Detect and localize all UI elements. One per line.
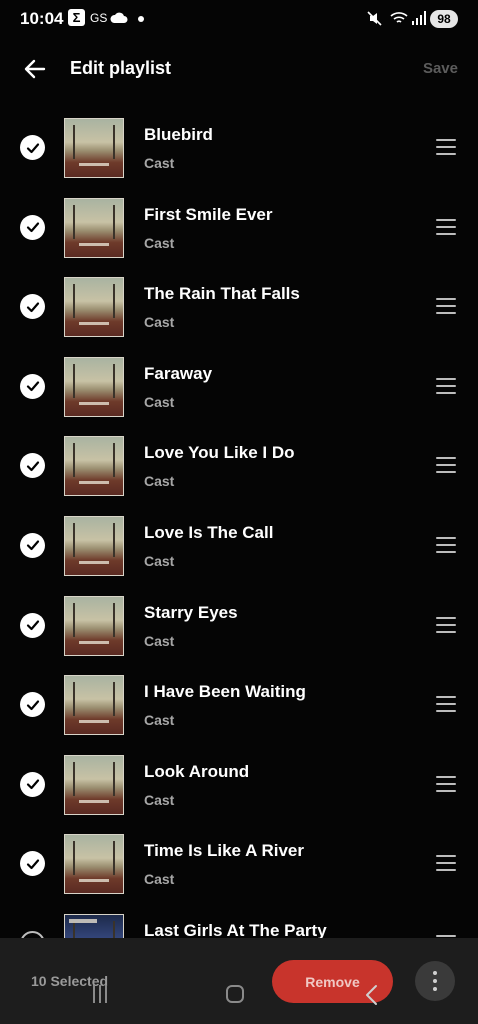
track-artist: Cast [144, 234, 175, 251]
track-title: Love You Like I Do [144, 443, 295, 463]
track-artist: Cast [144, 473, 175, 490]
selection-action-bar: 10 Selected Remove [0, 938, 478, 1024]
checked-circle-icon[interactable] [20, 453, 45, 479]
drag-handle-icon[interactable] [436, 855, 456, 873]
album-art [64, 834, 124, 895]
track-row[interactable]: Faraway Cast [0, 347, 478, 427]
more-dot-icon [433, 971, 437, 975]
notification-dot-icon [138, 16, 144, 22]
track-artist: Cast [144, 393, 175, 410]
status-bar: 10:04 Σ GS 98 [0, 0, 478, 40]
track-artist: Cast [144, 632, 175, 649]
track-artist: Cast [144, 871, 175, 888]
checked-circle-icon[interactable] [20, 294, 45, 320]
battery-icon: 98 [430, 10, 458, 28]
recents-nav-button[interactable] [93, 985, 111, 1003]
album-art [64, 277, 124, 338]
recents-bar-icon [105, 985, 107, 1003]
track-title: I Have Been Waiting [144, 682, 306, 702]
album-art [64, 515, 124, 576]
track-row[interactable]: Love You Like I Do Cast [0, 426, 478, 506]
drag-handle-icon[interactable] [436, 457, 456, 475]
checked-circle-icon[interactable] [20, 612, 45, 638]
track-artist: Cast [144, 155, 175, 171]
album-art [64, 436, 124, 497]
home-nav-button[interactable] [226, 985, 244, 1003]
gs-icon: GS [90, 11, 108, 25]
track-row[interactable]: Look Around Cast [0, 745, 478, 825]
track-row[interactable]: The Rain That Falls Cast [0, 267, 478, 347]
mute-icon [367, 9, 382, 27]
track-title: Look Around [144, 761, 250, 781]
page-title: Edit playlist [70, 58, 172, 78]
drag-handle-icon[interactable] [436, 218, 456, 237]
track-row[interactable]: Starry Eyes Cast [0, 586, 478, 666]
track-row[interactable]: Bluebird Cast [0, 108, 478, 188]
chevron-left-icon [366, 985, 377, 1005]
album-art [64, 118, 124, 178]
track-row[interactable]: I Have Been Waiting Cast [0, 665, 478, 745]
track-artist: Cast [144, 712, 175, 729]
album-art [64, 595, 124, 656]
track-row[interactable]: Love Is The Call Cast [0, 506, 478, 586]
track-title: Faraway [144, 363, 213, 383]
track-title: First Smile Ever [144, 204, 273, 224]
track-artist: Cast [144, 314, 175, 331]
more-dot-icon [433, 987, 437, 991]
save-button[interactable]: Save [423, 60, 458, 77]
checked-circle-icon[interactable] [20, 851, 45, 877]
album-art [64, 675, 124, 736]
back-button[interactable] [22, 56, 48, 82]
checked-circle-icon[interactable] [20, 692, 45, 718]
drag-handle-icon[interactable] [436, 536, 456, 555]
checked-circle-icon[interactable] [20, 532, 45, 558]
status-time: 10:04 [20, 9, 64, 28]
album-art [64, 197, 124, 258]
drag-handle-icon[interactable] [436, 377, 456, 396]
track-list: Bluebird Cast First Smile Ever Cast The Rain… [0, 108, 478, 984]
track-row[interactable]: Time Is Like A River Cast [0, 824, 478, 904]
header: Edit playlist Save [0, 46, 478, 90]
sigma-icon: Σ [68, 9, 85, 26]
edit-playlist-screen: 10:04 Σ GS 98 Edit playlist Save Bluebir… [0, 0, 478, 1024]
wifi-icon [390, 9, 408, 27]
album-art [64, 356, 124, 417]
checked-circle-icon[interactable] [20, 771, 45, 797]
more-options-button[interactable] [415, 961, 455, 1001]
track-title: Starry Eyes [144, 602, 238, 622]
checked-circle-icon[interactable] [20, 373, 45, 399]
checked-circle-icon[interactable] [20, 135, 45, 160]
drag-handle-icon[interactable] [436, 696, 456, 714]
drag-handle-icon[interactable] [436, 616, 456, 635]
signal-icon [412, 9, 426, 27]
track-title: Bluebird [144, 125, 213, 144]
cloud-icon [110, 9, 128, 27]
more-dot-icon [433, 979, 437, 983]
recents-bar-icon [93, 985, 95, 1003]
track-artist: Cast [144, 552, 175, 569]
album-art [64, 754, 124, 815]
drag-handle-icon[interactable] [436, 775, 456, 794]
back-nav-button[interactable] [362, 984, 382, 1006]
track-row[interactable]: First Smile Ever Cast [0, 188, 478, 268]
recents-bar-icon [99, 985, 101, 1003]
checked-circle-icon[interactable] [20, 214, 45, 240]
arrow-left-icon [24, 59, 46, 79]
track-title: Love Is The Call [144, 522, 274, 542]
track-artist: Cast [144, 791, 175, 808]
drag-handle-icon[interactable] [436, 139, 456, 157]
track-title: The Rain That Falls [144, 284, 300, 304]
drag-handle-icon[interactable] [436, 298, 456, 316]
track-title: Time Is Like A River [144, 841, 304, 861]
